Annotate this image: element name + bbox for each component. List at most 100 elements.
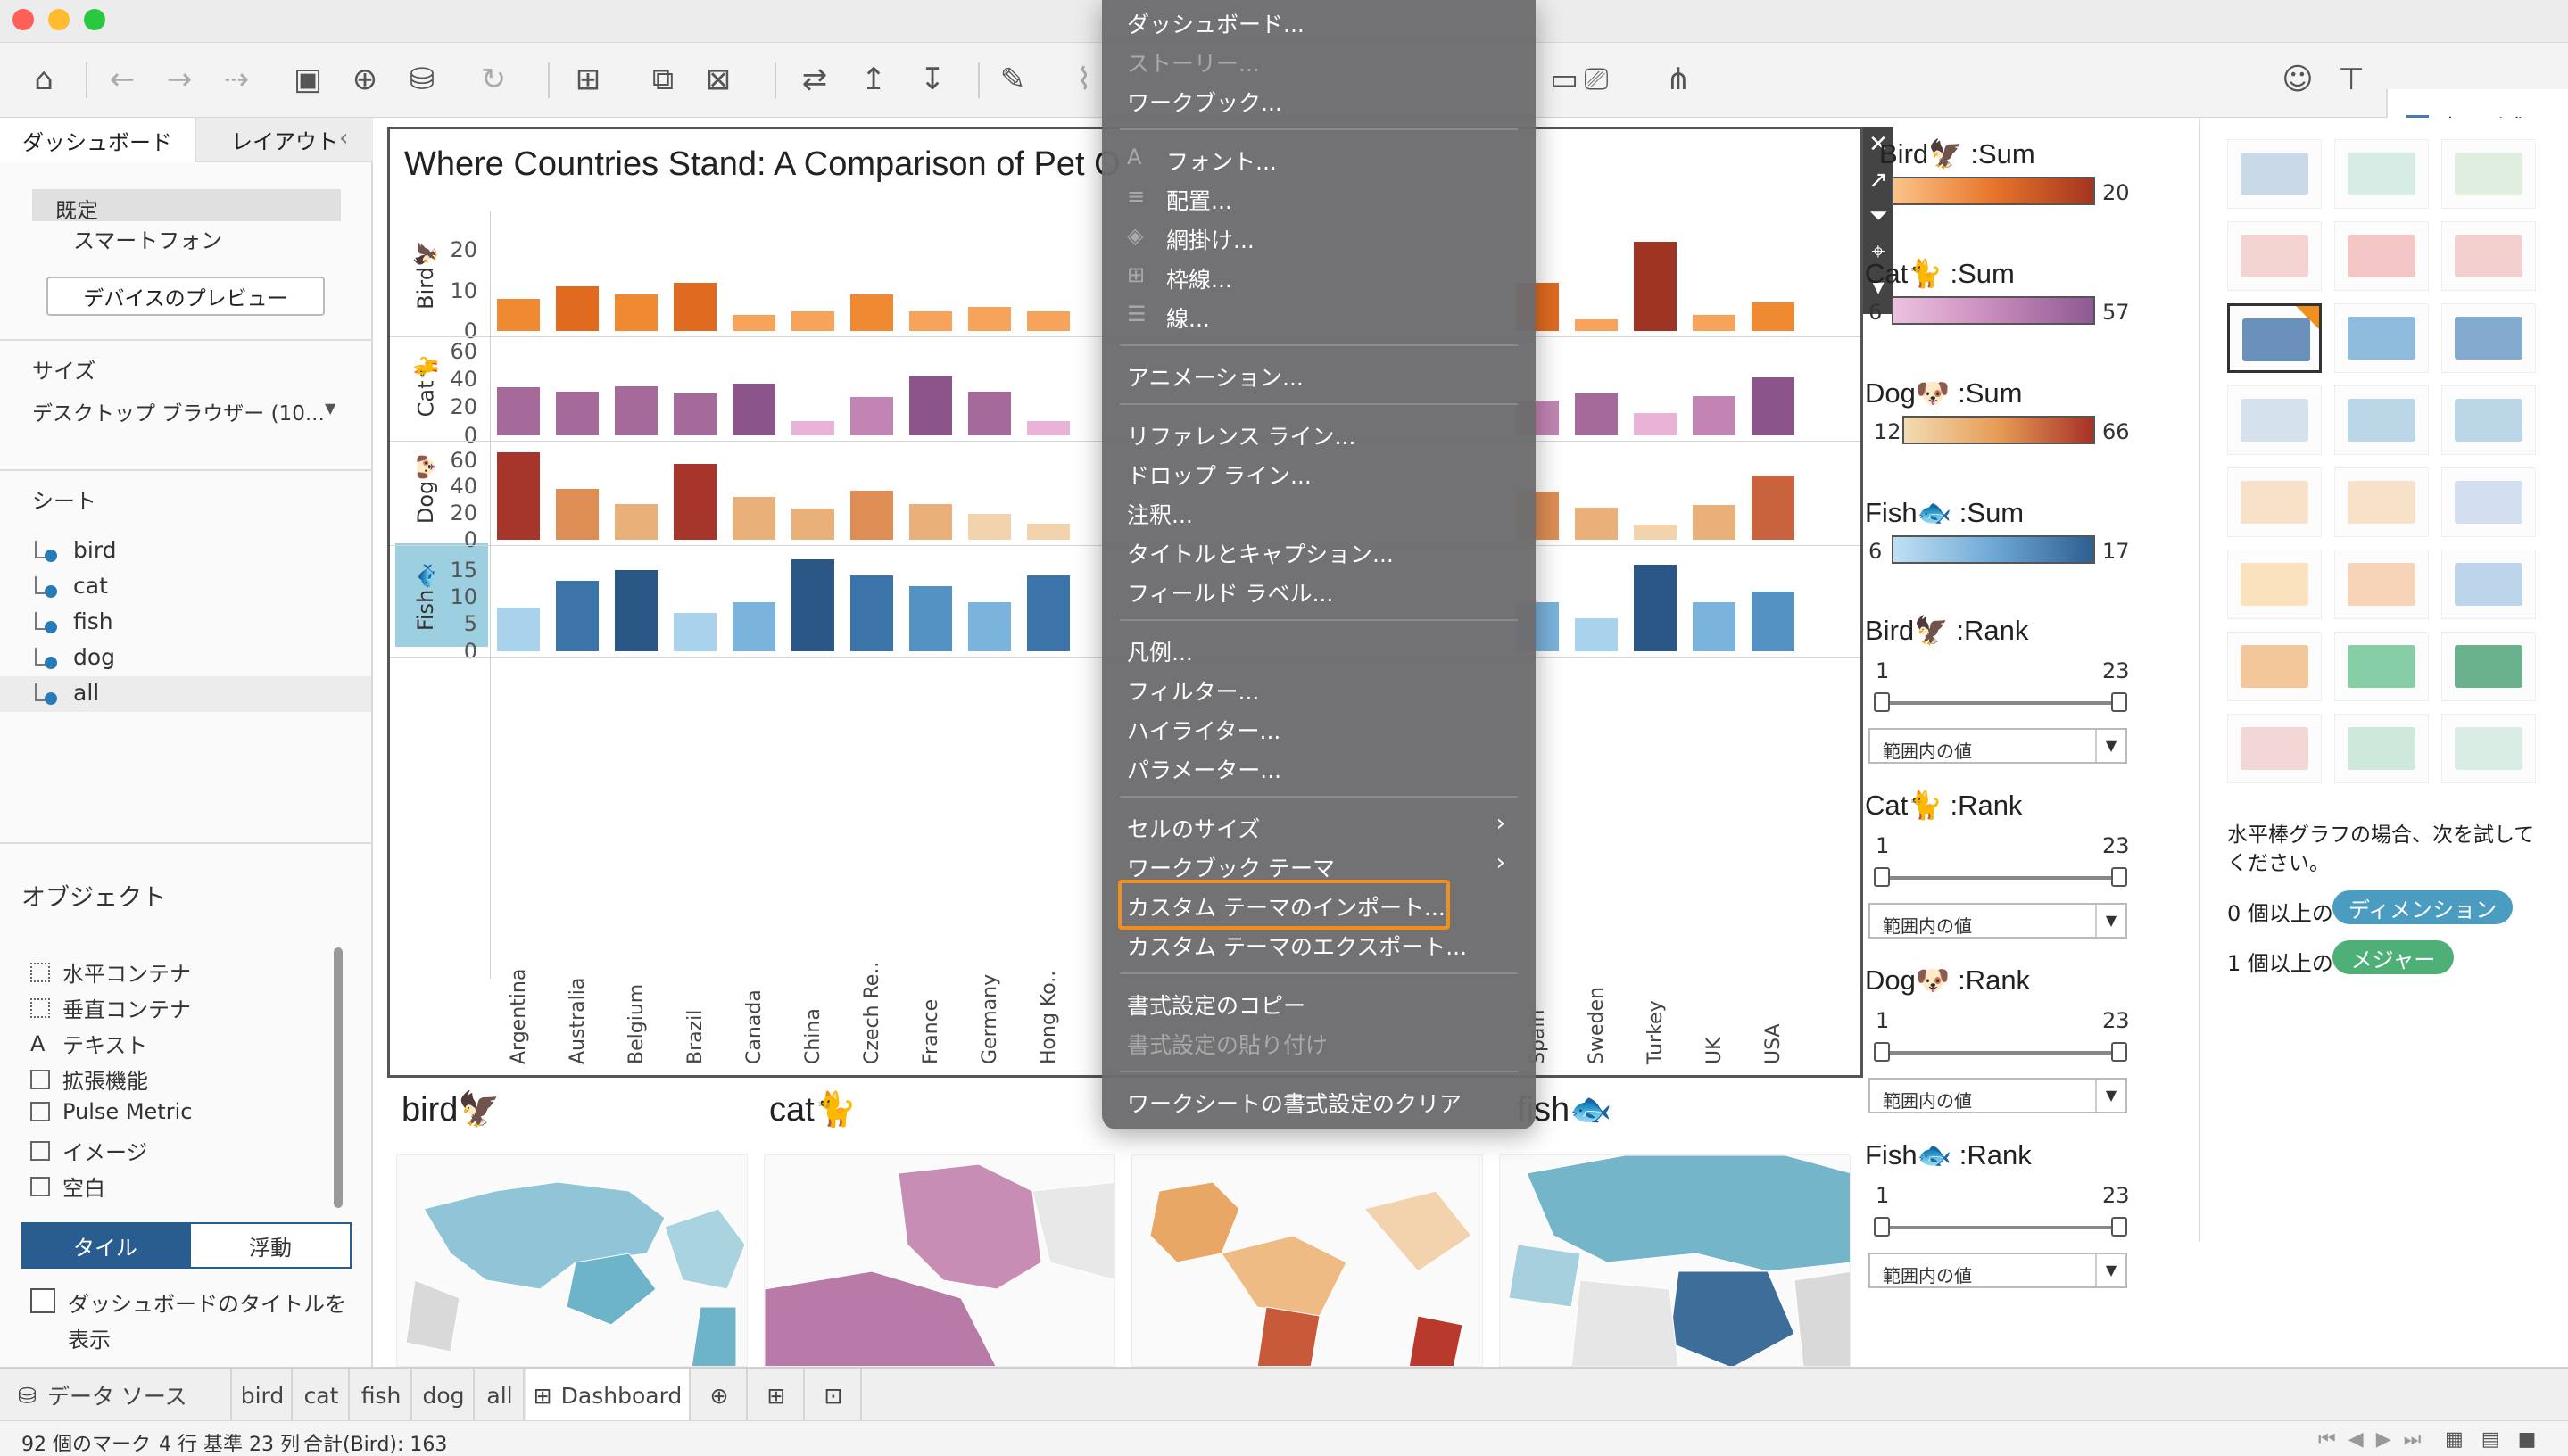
- menu-item-lines[interactable]: 線...: [1166, 302, 1210, 334]
- slider-min-handle[interactable]: [1874, 867, 1890, 887]
- show-me-area-continuous[interactable]: [2227, 550, 2322, 619]
- bar-dog-france[interactable]: [909, 503, 952, 540]
- tab-dashboard-active[interactable]: ⊞ Dashboard: [526, 1369, 691, 1422]
- bar-dog-hongko[interactable]: [1027, 523, 1070, 540]
- menu-item-export-custom-theme[interactable]: カスタム テーマのエクスポート...: [1127, 930, 1467, 962]
- menu-item-highlighter[interactable]: ハイライター...: [1127, 714, 1280, 746]
- bar-bird-turkey[interactable]: [1634, 242, 1677, 332]
- menu-item-copy-format[interactable]: 書式設定のコピー: [1127, 989, 1305, 1021]
- new-datasource-icon[interactable]: ⊕: [343, 57, 387, 102]
- show-me-heat-map[interactable]: [2334, 139, 2429, 209]
- device-default[interactable]: 既定: [55, 193, 98, 224]
- bar-fish-belgium[interactable]: [615, 569, 658, 651]
- bar-cat-czechre[interactable]: [850, 397, 893, 435]
- bar-cat-australia[interactable]: [556, 392, 599, 435]
- show-me-highlight-table[interactable]: [2441, 139, 2536, 209]
- slider-min-handle[interactable]: [1874, 1217, 1890, 1237]
- pause-updates-icon[interactable]: ⛁: [400, 57, 444, 102]
- tab-dog[interactable]: dog: [414, 1369, 475, 1422]
- menu-item-legend[interactable]: 凡例...: [1127, 635, 1193, 667]
- bar-fish-hongko[interactable]: [1027, 575, 1070, 651]
- bar-dog-turkey[interactable]: [1634, 525, 1677, 540]
- show-me-box-and-whisker[interactable]: [2441, 632, 2536, 701]
- object-extension[interactable]: 拡張機能: [30, 1063, 148, 1095]
- object-vertical-container[interactable]: 垂直コンテナ: [30, 992, 191, 1023]
- show-me-line-discrete[interactable]: [2334, 467, 2429, 537]
- menu-item-workbook-theme[interactable]: ワークブック テーマ: [1127, 851, 1335, 883]
- show-me-text-table[interactable]: [2227, 139, 2322, 209]
- bar-bird-canada[interactable]: [733, 315, 775, 332]
- cat-rank-slider[interactable]: [1874, 867, 2127, 887]
- bar-cat-hongko[interactable]: [1027, 421, 1070, 435]
- tab-data-source[interactable]: ⛁ データ ソース: [0, 1369, 232, 1422]
- show-me-packed-bubbles[interactable]: [2441, 714, 2536, 783]
- swap-icon[interactable]: ⇄: [792, 57, 837, 102]
- zoom-window-button[interactable]: [84, 9, 105, 30]
- object-horizontal-container[interactable]: 水平コンテナ: [30, 956, 191, 988]
- bar-fish-uk[interactable]: [1693, 602, 1735, 651]
- duplicate-icon[interactable]: ⧉: [641, 57, 685, 102]
- menu-item-clear-format[interactable]: ワークシートの書式設定のクリア: [1127, 1087, 1462, 1119]
- forward-icon[interactable]: →: [157, 57, 202, 102]
- bar-cat-brazil[interactable]: [674, 393, 717, 435]
- sort-ascending-icon[interactable]: ↥: [851, 57, 896, 102]
- agent-icon[interactable]: ☺: [2275, 57, 2320, 102]
- bar-bird-china[interactable]: [791, 310, 834, 332]
- menu-item-cell-size[interactable]: セルのサイズ: [1127, 812, 1260, 844]
- menu-item-borders[interactable]: 枠線...: [1166, 262, 1232, 294]
- redo-icon[interactable]: ⇢: [214, 57, 259, 102]
- fish-rank-select[interactable]: 範囲内の値 ▼: [1868, 1253, 2127, 1288]
- menu-item-workbook[interactable]: ワークブック...: [1127, 86, 1282, 118]
- show-me-area-discrete[interactable]: [2334, 550, 2429, 619]
- show-me-side-by-side-bar[interactable]: [2441, 303, 2536, 373]
- menu-item-title-caption[interactable]: タイトルとキャプション...: [1127, 537, 1394, 569]
- show-me-scatter-plot[interactable]: [2227, 632, 2322, 701]
- bar-cat-canada[interactable]: [733, 383, 775, 435]
- bar-fish-germany[interactable]: [968, 602, 1011, 651]
- object-pulse-metric[interactable]: Pulse Metric: [30, 1099, 192, 1124]
- menu-item-filter[interactable]: フィルター...: [1127, 674, 1259, 707]
- object-blank[interactable]: 空白: [30, 1171, 105, 1202]
- bar-dog-sweden[interactable]: [1575, 508, 1618, 540]
- refresh-icon[interactable]: ↻: [471, 57, 516, 102]
- bar-bird-germany[interactable]: [968, 306, 1011, 332]
- bar-fish-brazil[interactable]: [674, 613, 717, 651]
- bar-cat-uk[interactable]: [1693, 395, 1735, 435]
- new-worksheet-icon[interactable]: ⊞: [566, 57, 610, 102]
- menu-item-shading[interactable]: 網掛け...: [1166, 223, 1255, 255]
- bar-dog-argentina[interactable]: [497, 451, 540, 540]
- bar-fish-turkey[interactable]: [1634, 564, 1677, 651]
- show-me-pie-chart[interactable]: [2441, 221, 2536, 291]
- slider-max-handle[interactable]: [2111, 1042, 2127, 1062]
- page-nav-icons[interactable]: ⏮◀▶⏭: [2318, 1428, 2433, 1451]
- bar-cat-usa[interactable]: [1752, 377, 1794, 435]
- pin-board-icon[interactable]: ⊤: [2329, 57, 2373, 102]
- menu-item-animation[interactable]: アニメーション...: [1127, 360, 1304, 393]
- tab-bird[interactable]: bird: [234, 1369, 293, 1422]
- show-me-histogram[interactable]: [2334, 632, 2429, 701]
- show-me-bullet-graph[interactable]: [2334, 714, 2429, 783]
- show-me-gantt-chart[interactable]: [2227, 714, 2322, 783]
- menu-item-alignment[interactable]: 配置...: [1166, 184, 1232, 216]
- save-icon[interactable]: ▣: [286, 57, 330, 102]
- share-icon[interactable]: ⋔: [1656, 57, 1701, 102]
- bar-dog-uk[interactable]: [1693, 505, 1735, 540]
- close-window-button[interactable]: [12, 9, 34, 30]
- float-button[interactable]: 浮動: [189, 1222, 352, 1269]
- show-me-dual-line[interactable]: [2441, 467, 2536, 537]
- bar-fish-argentina[interactable]: [497, 608, 540, 651]
- object-image[interactable]: イメージ: [30, 1135, 148, 1166]
- bar-fish-czechre[interactable]: [850, 575, 893, 651]
- bar-bird-argentina[interactable]: [497, 298, 540, 332]
- bar-dog-canada[interactable]: [733, 497, 775, 540]
- bar-bird-sweden[interactable]: [1575, 318, 1618, 332]
- menu-item-reference-line[interactable]: リファレンス ライン...: [1127, 419, 1355, 451]
- bar-cat-sweden[interactable]: [1575, 393, 1618, 435]
- bar-cat-belgium[interactable]: [615, 385, 658, 435]
- tab-cat[interactable]: cat: [294, 1369, 350, 1422]
- slider-max-handle[interactable]: [2111, 867, 2127, 887]
- dog-rank-slider[interactable]: [1874, 1042, 2127, 1062]
- bar-cat-china[interactable]: [791, 421, 834, 435]
- size-dropdown-arrow-icon[interactable]: ▼: [325, 400, 335, 417]
- show-me-horizontal-bar[interactable]: [2227, 303, 2322, 373]
